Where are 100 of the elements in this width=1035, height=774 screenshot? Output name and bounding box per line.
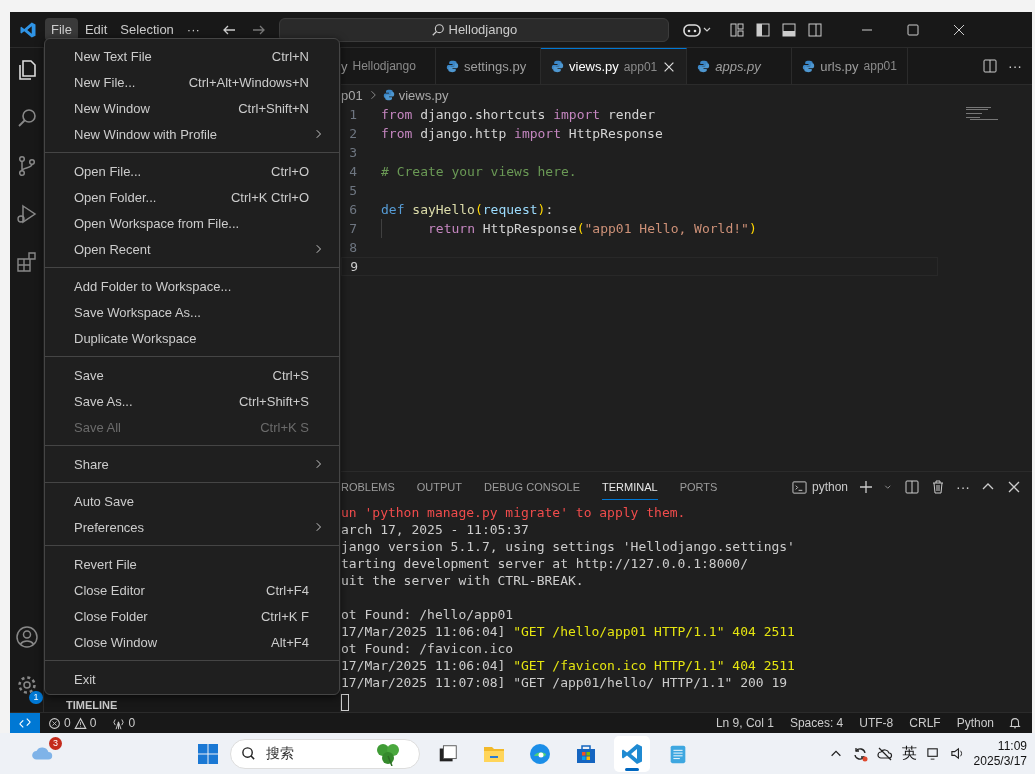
menu-item-label: Share xyxy=(74,456,109,472)
tab-description: app01 xyxy=(863,59,897,73)
trash-icon[interactable] xyxy=(930,479,946,495)
tab-description: app01 xyxy=(623,59,658,74)
command-center-search[interactable]: Hellodjango xyxy=(278,17,669,42)
menu-item-label: Open Folder... xyxy=(74,189,157,205)
menu-item[interactable]: Open Folder... Ctrl+K Ctrl+O xyxy=(45,184,339,210)
menu-item[interactable]: Add Folder to Workspace... xyxy=(45,273,339,299)
menu-item-label: Exit xyxy=(74,671,96,687)
tab-title: y xyxy=(341,58,348,74)
menu-item[interactable]: Close Window Alt+F4 xyxy=(45,629,339,655)
status-item[interactable]: Spaces: 4 xyxy=(781,716,852,730)
more-actions-button[interactable]: ··· xyxy=(1008,58,1022,74)
clock-time[interactable]: 11:09 xyxy=(997,738,1027,754)
keyboard-shortcut: Alt+F4 xyxy=(271,634,309,650)
line-number: 6 xyxy=(348,202,357,217)
maximize-icon[interactable] xyxy=(904,21,921,38)
more-actions-button[interactable]: ··· xyxy=(956,479,970,495)
menu-item-label: New File... xyxy=(74,74,136,90)
clock-date[interactable]: 2025/3/17 xyxy=(973,753,1027,769)
bell-icon[interactable] xyxy=(1008,716,1022,730)
keyboard-shortcut: Ctrl+Shift+S xyxy=(238,393,309,409)
menu-item[interactable]: Revert File xyxy=(45,551,339,577)
status-item[interactable]: Python xyxy=(948,716,1002,730)
editor-tab[interactable]: urls.py app01 xyxy=(792,48,908,84)
menu-item[interactable]: Open File... Ctrl+O xyxy=(45,158,339,184)
panel-tab[interactable]: TERMINAL xyxy=(602,474,658,500)
menu-item-label: Close Editor xyxy=(74,582,145,598)
line-number: 4 xyxy=(348,164,357,179)
terminal-line: ot Found: /favicon.ico xyxy=(341,640,515,657)
cloud-off-icon[interactable] xyxy=(876,745,893,762)
menu-item[interactable]: Close Editor Ctrl+F4 xyxy=(45,577,339,603)
menu-bar-item[interactable]: Edit xyxy=(78,18,114,41)
secondary-sidebar-icon[interactable] xyxy=(806,21,823,38)
panel-tab[interactable]: OUTPUT xyxy=(416,475,463,499)
menu-item[interactable]: Exit xyxy=(45,666,339,692)
input-method-indicator[interactable]: 英 xyxy=(901,744,917,763)
menu-item-label: New Window with Profile xyxy=(74,126,218,142)
status-item[interactable]: UTF-8 xyxy=(851,716,902,730)
timeline-section-header[interactable]: TIMELINE xyxy=(44,699,340,712)
add-icon[interactable] xyxy=(858,479,874,495)
sidebar-toggle-icon[interactable] xyxy=(754,21,771,38)
line-number: 1 xyxy=(348,107,357,122)
remote-icon xyxy=(18,716,32,730)
menu-item[interactable]: Share xyxy=(45,451,339,477)
menu-item-label: Open File... xyxy=(74,163,142,179)
python-file-icon xyxy=(697,59,711,73)
menu-item-label: Save Workspace As... xyxy=(74,304,201,320)
panel-tab[interactable]: DEBUG CONSOLE xyxy=(484,475,580,499)
antenna-icon xyxy=(112,716,126,730)
split-editor-icon[interactable] xyxy=(982,58,998,74)
editor-tab[interactable]: apps.py xyxy=(687,48,793,84)
panel-tab[interactable]: PORTS xyxy=(679,475,718,499)
breadcrumb-item[interactable]: views.py xyxy=(398,87,449,103)
status-item[interactable]: CRLF xyxy=(901,716,949,730)
menu-item[interactable]: New Window with Profile xyxy=(45,121,339,147)
editor-tab[interactable]: y Hellodjango xyxy=(341,48,436,84)
run-debug-icon[interactable] xyxy=(14,202,39,226)
sync-icon[interactable] xyxy=(851,745,868,762)
menu-item-label: Preferences xyxy=(74,519,145,535)
close-icon[interactable] xyxy=(1006,479,1022,495)
panel-tab[interactable]: ROBLEMS xyxy=(341,475,395,499)
menu-item[interactable]: Duplicate Workspace xyxy=(45,325,339,351)
menu-item[interactable]: Open Recent xyxy=(45,236,339,262)
menu-item[interactable]: Open Workspace from File... xyxy=(45,210,339,236)
split-terminal-icon[interactable] xyxy=(904,479,920,495)
menu-item[interactable]: New Window Ctrl+Shift+N xyxy=(45,95,339,121)
tab-description: Hellodjango xyxy=(352,59,416,73)
taskbar-search-field[interactable]: 搜索 xyxy=(230,738,420,769)
speaker-icon[interactable] xyxy=(949,746,965,761)
terminal-selector[interactable]: python xyxy=(791,479,848,495)
remote-button[interactable] xyxy=(10,713,40,733)
code-line: from django.shortcuts import render xyxy=(381,107,655,122)
menu-bar-item[interactable]: Selection xyxy=(114,18,180,41)
ports-status[interactable]: 0 xyxy=(104,716,144,730)
display-icon[interactable] xyxy=(925,746,941,761)
menu-item[interactable]: Close Folder Ctrl+K F xyxy=(45,603,339,629)
menu-item[interactable]: Save As... Ctrl+Shift+S xyxy=(45,388,339,414)
keyboard-shortcut: Ctrl+Shift+N xyxy=(238,100,309,116)
menu-item[interactable]: Save Ctrl+S xyxy=(45,362,339,388)
menu-item[interactable]: Save Workspace As... xyxy=(45,299,339,325)
status-item[interactable]: Ln 9, Col 1 xyxy=(707,716,782,730)
terminal-line: 17/Mar/2025 11:07:08] "GET /app01/hello/ HTTP/1.1" 200 19 xyxy=(341,674,789,691)
editor-tab[interactable]: views.py app01 xyxy=(541,48,688,84)
breadcrumb-item[interactable]: p01 xyxy=(341,87,363,103)
account-icon[interactable] xyxy=(14,625,39,649)
menu-item[interactable]: Preferences xyxy=(45,514,339,540)
menu-item[interactable]: New Text File Ctrl+N xyxy=(45,43,339,69)
problems-status[interactable]: 0 0 xyxy=(40,716,105,730)
menu-item[interactable]: Auto Save xyxy=(45,488,339,514)
menu-item-label: Open Workspace from File... xyxy=(74,215,240,231)
menu-item[interactable]: New File... Ctrl+Alt+Windows+N xyxy=(45,69,339,95)
extensions-icon[interactable] xyxy=(14,250,39,274)
copilot-icon[interactable] xyxy=(682,21,713,38)
tab-title: urls.py xyxy=(820,58,859,74)
more-menu-button[interactable]: ··· xyxy=(180,18,206,41)
layout-icon[interactable] xyxy=(728,21,745,38)
terminal-line: un 'python manage.py migrate' to apply them. xyxy=(341,504,687,521)
panel-toggle-icon[interactable] xyxy=(780,21,797,38)
windows-start-icon[interactable] xyxy=(196,741,220,766)
